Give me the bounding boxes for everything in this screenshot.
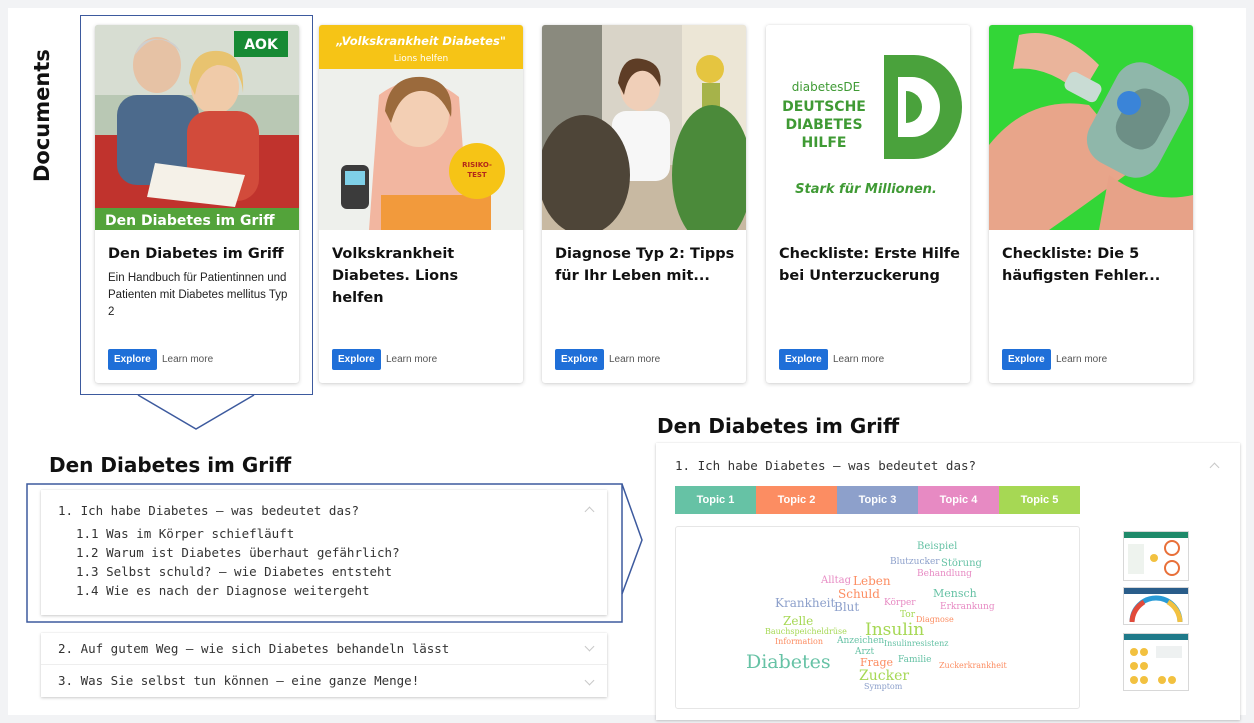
cloud-word: Anzeichen bbox=[837, 636, 885, 646]
accordion-item[interactable]: 3. Was Sie selbst tun können – eine ganz… bbox=[41, 665, 607, 697]
accordion-title: 3. Was Sie selbst tun können – eine ganz… bbox=[58, 673, 420, 688]
cloud-word: Bauchspeicheldrüse bbox=[765, 627, 847, 636]
accordion-title: 2. Auf gutem Weg – wie sich Diabetes beh… bbox=[58, 641, 450, 656]
topic-2-tab[interactable]: Topic 2 bbox=[756, 486, 837, 514]
cloud-word: Frage bbox=[860, 656, 893, 669]
infographic-thumbnail-2[interactable] bbox=[1123, 587, 1189, 625]
cloud-word: Erkrankung bbox=[940, 602, 995, 612]
chapter-link[interactable]: 1.2 Warum ist Diabetes überhaut gefährli… bbox=[41, 543, 607, 562]
cloud-word: Alltag bbox=[821, 575, 851, 586]
chapter-link[interactable]: 1.1 Was im Körper schiefläuft bbox=[41, 524, 607, 543]
cloud-word: Beispiel bbox=[917, 541, 958, 552]
cloud-word: Insulinresistenz bbox=[884, 639, 949, 648]
infographic-thumbnail-3[interactable] bbox=[1123, 633, 1189, 691]
word-cloud: Beispiel Blutzucker Störung Behandlung A… bbox=[675, 526, 1080, 709]
cloud-word: Behandlung bbox=[917, 569, 972, 579]
cloud-word: Blut bbox=[834, 600, 860, 614]
cloud-word: Diabetes bbox=[746, 651, 831, 673]
panel-header-title: 1. Ich habe Diabetes – was bedeutet das? bbox=[675, 458, 977, 473]
cloud-word: Mensch bbox=[933, 587, 977, 600]
panel-heading: Den Diabetes im Griff bbox=[657, 414, 900, 438]
chapter-link[interactable]: 1.3 Selbst schuld? – wie Diabetes entste… bbox=[41, 562, 607, 581]
topic-4-tab[interactable]: Topic 4 bbox=[918, 486, 999, 514]
cloud-word: Leben bbox=[853, 574, 891, 588]
topic-panel: 1. Ich habe Diabetes – was bedeutet das?… bbox=[656, 443, 1240, 720]
infographic-thumbnail-1[interactable] bbox=[1123, 531, 1189, 581]
chevron-up-icon[interactable] bbox=[1209, 462, 1220, 473]
topic-1-tab[interactable]: Topic 1 bbox=[675, 486, 756, 514]
accordion-closed-group: 2. Auf gutem Weg – wie sich Diabetes beh… bbox=[41, 633, 607, 697]
cloud-word: Blutzucker bbox=[890, 557, 940, 567]
cloud-word: Zuckerkrankheit bbox=[939, 661, 1007, 670]
topic-5-tab[interactable]: Topic 5 bbox=[999, 486, 1080, 514]
chevron-down-icon[interactable] bbox=[584, 641, 595, 652]
accordion-title: 1. Ich habe Diabetes – was bedeutet das? bbox=[58, 503, 360, 518]
chevron-down-icon[interactable] bbox=[584, 675, 595, 686]
cloud-word: Störung bbox=[941, 558, 982, 569]
cloud-word: Tor bbox=[900, 610, 916, 620]
cloud-word: Familie bbox=[898, 655, 932, 665]
cloud-word: Krankheit bbox=[775, 596, 836, 610]
accordion-item[interactable]: 2. Auf gutem Weg – wie sich Diabetes beh… bbox=[41, 633, 607, 665]
accordion-item-open[interactable]: 1. Ich habe Diabetes – was bedeutet das?… bbox=[41, 490, 607, 615]
cloud-word: Schuld bbox=[838, 587, 880, 601]
cloud-word: Zucker bbox=[859, 668, 910, 684]
cloud-word: Körper bbox=[884, 598, 916, 608]
cloud-word: Zelle bbox=[783, 614, 814, 628]
chevron-up-icon[interactable] bbox=[584, 506, 595, 517]
chapter-link[interactable]: 1.4 Wie es nach der Diagnose weitergeht bbox=[41, 581, 607, 600]
outline-heading: Den Diabetes im Griff bbox=[49, 453, 292, 477]
accordion-header[interactable]: 1. Ich habe Diabetes – was bedeutet das? bbox=[41, 490, 607, 524]
cloud-word: Symptom bbox=[864, 682, 903, 691]
cloud-word: Information bbox=[775, 637, 824, 646]
topic-3-tab[interactable]: Topic 3 bbox=[837, 486, 918, 514]
